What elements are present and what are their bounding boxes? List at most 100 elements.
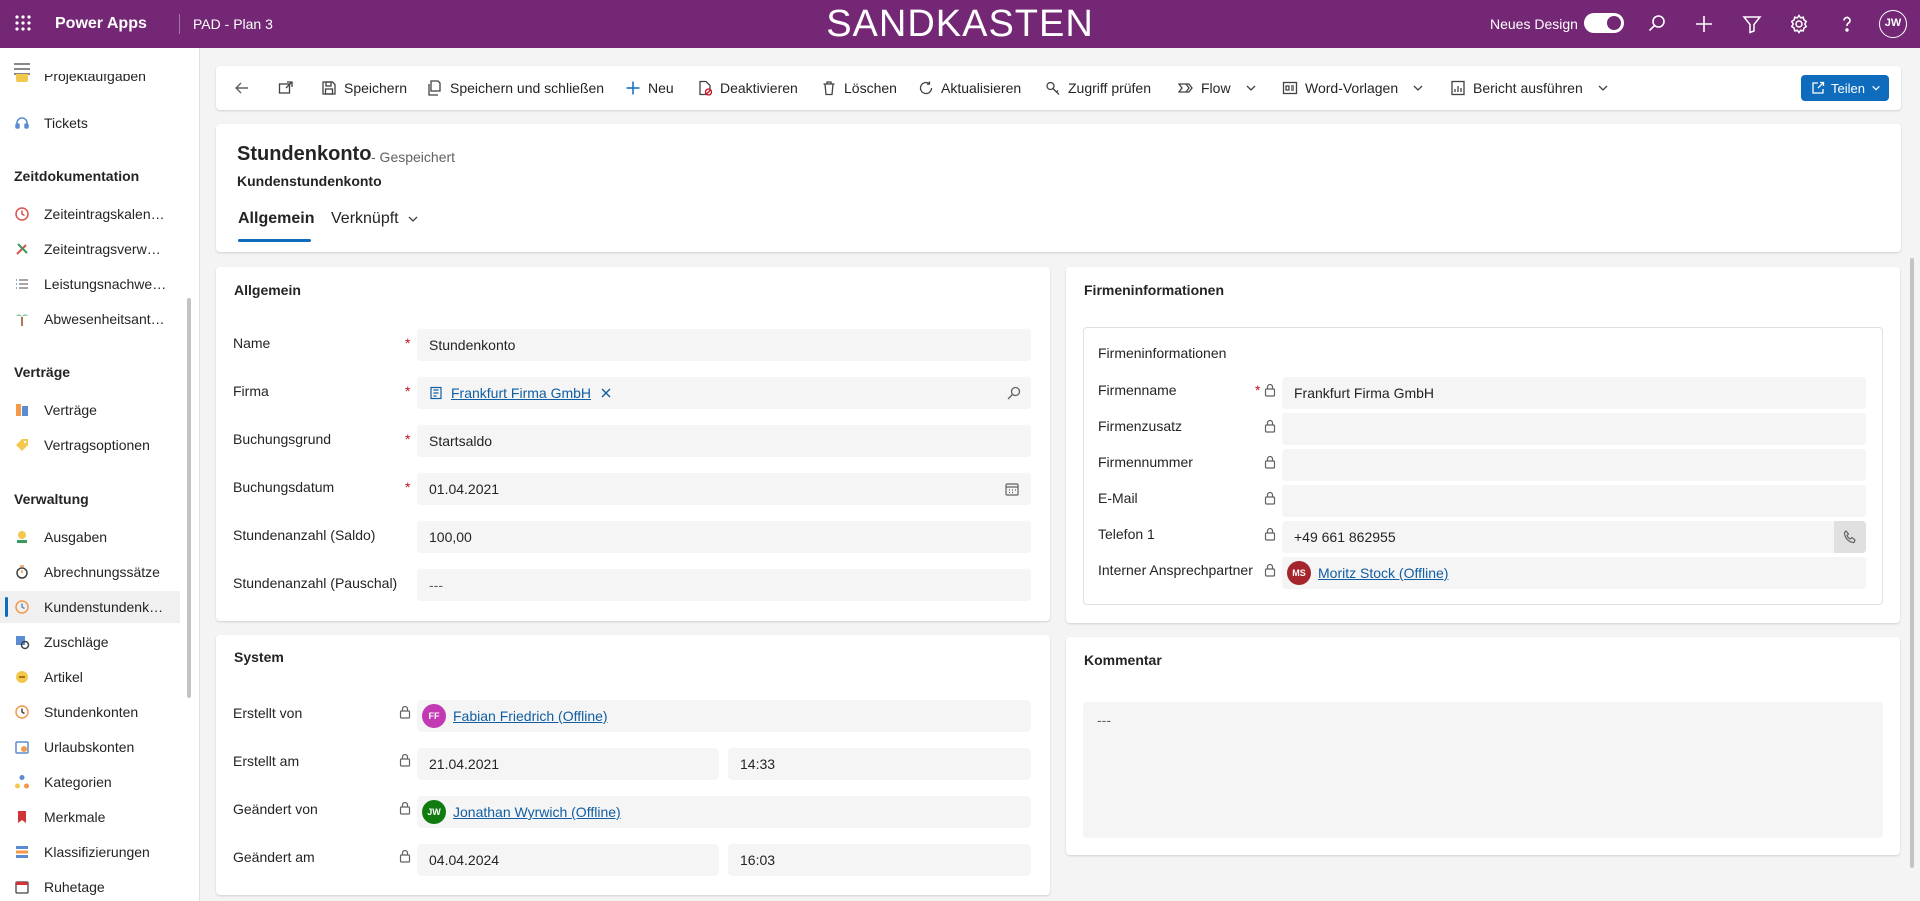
chevron-down-icon <box>1413 85 1423 91</box>
lock-icon <box>1264 419 1276 433</box>
app-launcher-icon[interactable] <box>14 14 32 32</box>
search-icon[interactable] <box>1645 12 1669 36</box>
erstellt-von-link[interactable]: Fabian Friedrich (Offline) <box>453 700 608 732</box>
back-button[interactable] <box>234 66 257 110</box>
erstellt-am-time-field[interactable]: 14:33 <box>728 748 1031 780</box>
sidebar-item-abrechnungssaetze[interactable]: Abrechnungssätze <box>0 556 180 588</box>
add-icon <box>626 81 640 95</box>
sidebar-item-ausgaben[interactable]: Ausgaben <box>0 521 180 553</box>
lock-icon <box>399 849 411 863</box>
tab-allgemein[interactable]: Allgemein <box>238 210 314 228</box>
sidebar-item-vertragsoptionen[interactable]: Vertragsoptionen <box>0 429 180 461</box>
sidebar-item-merkmale[interactable]: Merkmale <box>0 801 180 833</box>
sidebar-item-urlaubskonten[interactable]: Urlaubskonten <box>0 731 180 763</box>
interner-ansprechpartner-field[interactable]: MS Moritz Stock (Offline) <box>1282 557 1866 589</box>
sidebar-item-stundenkonten[interactable]: Stundenkonten <box>0 696 180 728</box>
hours-icon <box>14 704 30 720</box>
expense-icon <box>14 529 30 545</box>
buchungsdatum-field[interactable]: 01.04.2021 <box>417 473 1031 505</box>
user-avatar[interactable]: JW <box>1879 10 1907 38</box>
sidebar-item-zeiteintragskalender[interactable]: Zeiteintragskalender <box>0 198 180 230</box>
section-title: Kommentar <box>1084 652 1162 668</box>
trash-icon <box>823 81 835 96</box>
save-and-close-button[interactable]: Speichern und schließen <box>427 66 604 110</box>
buchungsgrund-field[interactable]: Startsaldo <box>417 425 1031 457</box>
sidebar-item-klassifizierungen[interactable]: Klassifizierungen <box>0 836 180 868</box>
required-indicator: * <box>405 431 411 447</box>
geaendert-von-field[interactable]: JW Jonathan Wyrwich (Offline) <box>417 796 1031 828</box>
email-field[interactable] <box>1282 485 1866 517</box>
field-label-erstellt-von: Erstellt von <box>233 705 303 721</box>
sidebar-item-label: Artikel <box>44 669 83 685</box>
firmennummer-field[interactable] <box>1282 449 1866 481</box>
stundenanzahl-saldo-field[interactable]: 100,00 <box>417 521 1031 553</box>
sidebar-item-leistungsnachweise[interactable]: Leistungsnachweise <box>0 268 180 300</box>
telefon-field[interactable]: +49 661 862955 <box>1282 521 1866 553</box>
erstellt-von-field[interactable]: FF Fabian Friedrich (Offline) <box>417 700 1031 732</box>
share-button[interactable]: Teilen <box>1801 75 1889 101</box>
sidebar-item-label: Leistungsnachweise <box>44 276 168 292</box>
firmenname-field[interactable]: Frankfurt Firma GmbH <box>1282 377 1866 409</box>
sidebar-item-label: Urlaubskonten <box>44 739 135 755</box>
chevron-down-icon <box>408 216 418 222</box>
sidebar-item-kundenstundenkonto[interactable]: Kundenstundenkonto <box>0 591 180 623</box>
sidebar-item-label: Abrechnungssätze <box>44 564 160 580</box>
ansprechpartner-link[interactable]: Moritz Stock (Offline) <box>1318 557 1448 589</box>
word-icon <box>1282 81 1298 95</box>
headset-icon <box>14 115 30 131</box>
required-indicator: * <box>1255 382 1261 398</box>
sidebar-item-kategorien[interactable]: Kategorien <box>0 766 180 798</box>
sidebar-item-label: Zuschläge <box>44 634 109 650</box>
refresh-button[interactable]: Aktualisieren <box>918 66 1021 110</box>
erstellt-am-date-field[interactable]: 21.04.2021 <box>417 748 719 780</box>
name-field[interactable]: Stundenkonto <box>417 329 1031 361</box>
calendar-icon <box>1005 483 1019 496</box>
sidebar-scrollbar[interactable] <box>187 298 191 698</box>
sidebar-item-artikel[interactable]: Artikel <box>0 661 180 693</box>
geaendert-von-link[interactable]: Jonathan Wyrwich (Offline) <box>453 796 621 828</box>
geaendert-am-time-field[interactable]: 16:03 <box>728 844 1031 876</box>
word-templates-button[interactable]: Word-Vorlagen <box>1282 66 1431 110</box>
geaendert-am-date-field[interactable]: 04.04.2024 <box>417 844 719 876</box>
contract-icon <box>14 402 30 418</box>
stundenanzahl-pauschal-field[interactable]: --- <box>417 569 1031 601</box>
sidebar-item-abwesenheitsantraege[interactable]: Abwesenheitsanträge <box>0 303 180 335</box>
chevron-down-icon <box>1598 85 1608 91</box>
sidebar-item-label: Ausgaben <box>44 529 108 545</box>
app-name[interactable]: Power Apps <box>55 15 147 33</box>
new-design-label: Neues Design <box>1490 16 1578 32</box>
settings-icon[interactable] <box>1787 12 1811 36</box>
firmenzusatz-field[interactable] <box>1282 413 1866 445</box>
check-access-button[interactable]: Zugriff prüfen <box>1045 66 1151 110</box>
field-label-geaendert-von: Geändert von <box>233 801 318 817</box>
comment-field[interactable]: --- <box>1083 702 1883 838</box>
run-report-button[interactable]: Bericht ausführen <box>1450 66 1616 110</box>
chevron-down-icon <box>1246 85 1256 91</box>
call-button[interactable] <box>1834 521 1866 553</box>
open-new-window-button[interactable] <box>278 66 301 110</box>
sidebar-item-ruhetage[interactable]: Ruhetage <box>0 871 180 901</box>
tab-verknuepft[interactable]: Verknüpft <box>331 210 419 228</box>
main-scrollbar[interactable] <box>1910 258 1914 868</box>
filter-icon[interactable] <box>1740 12 1764 36</box>
environment-name[interactable]: PAD - Plan 3 <box>193 16 273 32</box>
sidebar-item-zeiteintragsverwaltung[interactable]: Zeiteintragsverwaltung <box>0 233 180 265</box>
sidebar-item-label: Zeiteintragskalender <box>44 206 168 222</box>
deactivate-button[interactable]: Deaktivieren <box>697 66 798 110</box>
delete-button[interactable]: Löschen <box>821 66 897 110</box>
new-button[interactable]: Neu <box>625 66 674 110</box>
firma-lookup-field[interactable]: Frankfurt Firma GmbH <box>417 377 1031 409</box>
customer-hours-icon <box>14 599 30 615</box>
lock-icon <box>399 753 411 767</box>
add-icon[interactable] <box>1692 12 1716 36</box>
new-design-toggle[interactable] <box>1584 13 1624 33</box>
lock-icon <box>1264 455 1276 469</box>
save-button[interactable]: Speichern <box>321 66 407 110</box>
sidebar-item-tickets[interactable]: Tickets <box>0 107 180 139</box>
firma-link[interactable]: Frankfurt Firma GmbH <box>451 377 591 409</box>
sidebar-item-projektaufgaben[interactable]: Projektaufgaben <box>0 74 180 94</box>
sidebar-item-zuschlaege[interactable]: Zuschläge <box>0 626 180 658</box>
flow-button[interactable]: Flow <box>1178 66 1264 110</box>
sidebar-item-vertraege[interactable]: Verträge <box>0 394 180 426</box>
help-icon[interactable] <box>1835 12 1859 36</box>
